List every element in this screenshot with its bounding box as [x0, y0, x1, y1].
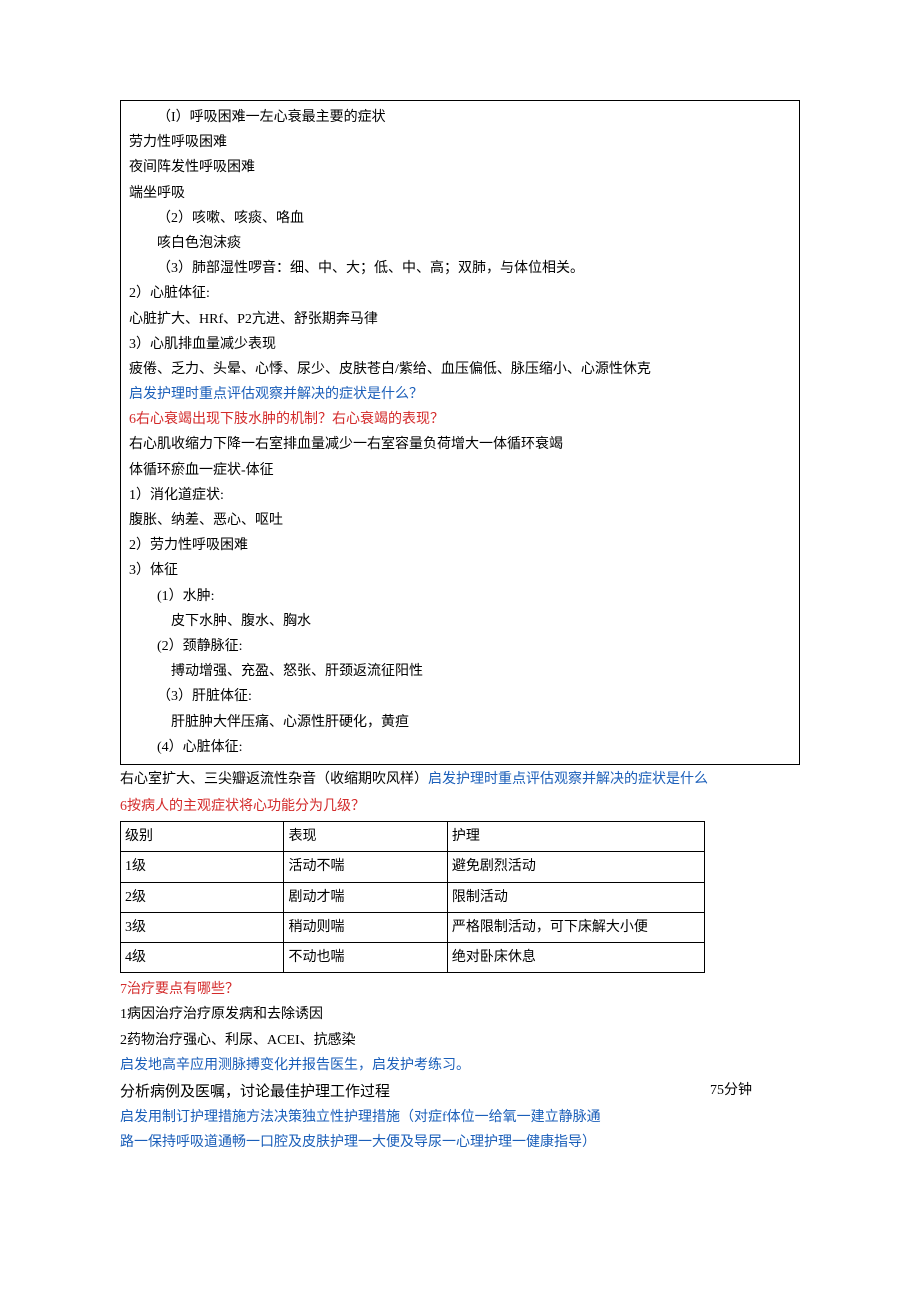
edema-body: 皮下水肿、腹水、胸水 — [129, 609, 791, 634]
question-rhf-mechanism: 6右心衰竭出现下肢水肿的机制？右心衰竭的表现？ — [129, 407, 791, 432]
table-row: 1级 活动不喘 避免剧烈活动 — [121, 852, 705, 882]
treat-cause: 1病因治疗治疗原发病和去除诱因 — [120, 1002, 800, 1027]
sym-orthopnea: 端坐呼吸 — [129, 181, 791, 206]
treat-drugs: 2药物治疗强心、利尿、ACEI、抗感染 — [120, 1028, 800, 1053]
th-level: 级别 — [121, 822, 284, 852]
td-level: 2级 — [121, 882, 284, 912]
td-nursing: 绝对卧床休息 — [447, 943, 704, 973]
sym-pnd: 夜间阵发性呼吸困难 — [129, 155, 791, 180]
th-nursing: 护理 — [447, 822, 704, 852]
table-row: 3级 稍动则喘 严格限制活动，可下床解大小便 — [121, 912, 705, 942]
cardiac-signs-body: 心脏扩大、HRf、P2亢进、舒张期奔马律 — [129, 307, 791, 332]
content-box: （I）呼吸困难一左心衰最主要的症状 劳力性呼吸困难 夜间阵发性呼吸困难 端坐呼吸… — [120, 100, 800, 765]
jugular-head: (2）颈静脉征: — [129, 634, 791, 659]
question-treatment: 7治疗要点有哪些？ — [120, 977, 800, 1002]
signs-head: 3）体征 — [129, 558, 791, 583]
cardiac-signs-2: (4）心脏体征: — [129, 735, 791, 760]
td-nursing: 限制活动 — [447, 882, 704, 912]
sym-foam-sputum: 咳白色泡沫痰 — [129, 231, 791, 256]
table-header-row: 级别 表现 护理 — [121, 822, 705, 852]
exertional-dyspnea-2: 2）劳力性呼吸困难 — [129, 533, 791, 558]
sym-cough: （2）咳嗽、咳痰、咯血 — [129, 206, 791, 231]
prompt-nursing-plan-2: 路一保持呼吸道通畅一口腔及皮肤护理一大便及导尿一心理护理一健康指导） — [120, 1130, 800, 1155]
rhf-chain: 右心肌收缩力下降一右室排血量减少一右室容量负荷增大一体循环衰竭 — [129, 432, 791, 457]
sym-exertional: 劳力性呼吸困难 — [129, 130, 791, 155]
liver-head: （3）肝脏体征: — [129, 684, 791, 709]
td-manifest: 活动不喘 — [284, 852, 447, 882]
table-row: 4级 不动也喘 绝对卧床休息 — [121, 943, 705, 973]
jugular-body: 搏动增强、充盈、怒张、肝颈返流征阳性 — [129, 659, 791, 684]
td-manifest: 稍动则喘 — [284, 912, 447, 942]
cardiac-signs-head: 2）心脏体征: — [129, 281, 791, 306]
rv-enlarge-line: 右心室扩大、三尖瓣返流性杂音（收缩期吹风样）启发护理时重点评估观察并解决的症状是… — [120, 767, 800, 792]
gi-symptoms-head: 1）消化道症状: — [129, 483, 791, 508]
time-allocation: 75分钟 — [680, 1078, 800, 1105]
sym-dyspnea-head: （I）呼吸困难一左心衰最主要的症状 — [129, 105, 791, 130]
edema-head: (1）水肿: — [129, 584, 791, 609]
prompt-digoxin: 启发地高辛应用测脉搏变化并报告医生，启发护考练习。 — [120, 1053, 800, 1078]
case-analysis-row: 分析病例及医嘱，讨论最佳护理工作过程 75分钟 — [120, 1078, 800, 1105]
output-reduce-head: 3）心肌排血量减少表现 — [129, 332, 791, 357]
table-row: 2级 剧动才喘 限制活动 — [121, 882, 705, 912]
td-manifest: 不动也喘 — [284, 943, 447, 973]
prompt-nursing-focus-1: 启发护理时重点评估观察并解决的症状是什么？ — [129, 382, 791, 407]
case-analysis-head: 分析病例及医嘱，讨论最佳护理工作过程 — [120, 1083, 390, 1100]
sym-rales: （3）肺部湿性啰音：细、中、大；低、中、高；双肺，与体位相关。 — [129, 256, 791, 281]
gi-symptoms-body: 腹胀、纳差、恶心、呕吐 — [129, 508, 791, 533]
th-manifest: 表现 — [284, 822, 447, 852]
nyha-table: 级别 表现 护理 1级 活动不喘 避免剧烈活动 2级 剧动才喘 限制活动 3级 … — [120, 821, 705, 973]
output-reduce-body: 疲倦、乏力、头晕、心悸、尿少、皮肤苍白/紫给、血压偏低、脉压缩小、心源性休克 — [129, 357, 791, 382]
td-level: 1级 — [121, 852, 284, 882]
td-level: 3级 — [121, 912, 284, 942]
td-nursing: 严格限制活动，可下床解大小便 — [447, 912, 704, 942]
prompt-nursing-focus-2: 启发护理时重点评估观察并解决的症状是什么 — [428, 772, 708, 787]
td-manifest: 剧动才喘 — [284, 882, 447, 912]
question-nyha-classes: 6按病人的主观症状将心功能分为几级？ — [120, 794, 800, 819]
td-level: 4级 — [121, 943, 284, 973]
td-nursing: 避免剧烈活动 — [447, 852, 704, 882]
liver-body: 肝脏肿大伴压痛、心源性肝硬化，黄疸 — [129, 710, 791, 735]
systemic-congestion: 体循环瘀血一症状-体征 — [129, 458, 791, 483]
rv-enlarge-text: 右心室扩大、三尖瓣返流性杂音（收缩期吹风样） — [120, 772, 428, 787]
prompt-nursing-plan-1: 启发用制订护理措施方法决策独立性护理措施（对症f体位一给氧一建立静脉通 — [120, 1105, 800, 1130]
